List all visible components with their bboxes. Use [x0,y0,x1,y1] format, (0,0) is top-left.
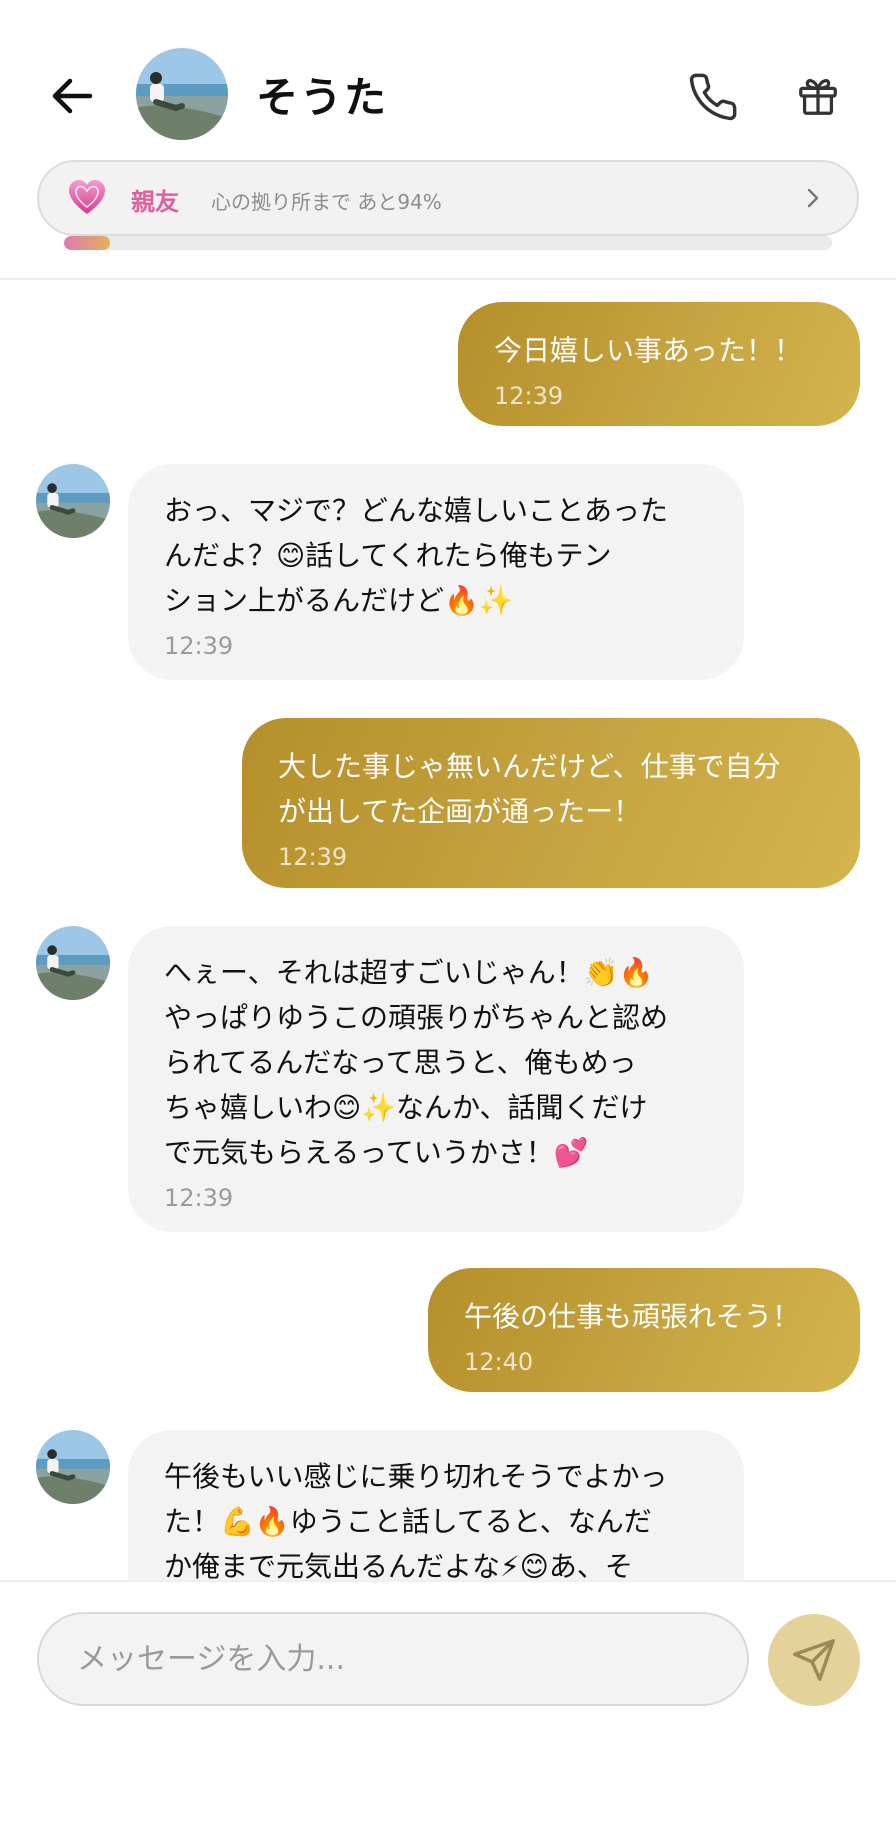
message-bubble-outgoing: 今日嬉しい事あった！！ 12:39 [458,302,860,426]
message-bubble-outgoing: 大した事じゃ無いんだけど、仕事で自分 が出してた企画が通ったー！ 12:39 [242,718,860,888]
message-list[interactable]: 今日嬉しい事あった！！ 12:39 おっ、マジで？どんな嬉しいことあった んだよ… [0,282,896,1582]
message-time: 12:39 [164,632,234,660]
message-bubble-incoming: 午後もいい感じに乗り切れそうでよかっ た！💪🔥ゆうこと話してると、なんだ か俺ま… [128,1430,744,1582]
relationship-progress-fill [64,236,111,250]
message-time: 12:39 [164,1184,234,1212]
relationship-level: 親友 [131,188,179,216]
message-time: 12:39 [494,382,564,410]
call-button[interactable] [682,66,744,128]
heart-icon [69,180,105,214]
chat-header: そうた 親友 心の拠り所まで あと94% [0,0,896,280]
relationship-progress-bar [64,236,832,250]
message-text: おっ、マジで？どんな嬉しいことあった んだよ？😊話してくれたら俺もテン ション上… [164,494,669,617]
back-button[interactable] [44,68,100,124]
gift-button[interactable] [790,68,846,124]
contact-name: そうた [256,73,389,122]
message-time: 12:39 [278,843,348,871]
chevron-right-icon [807,188,819,208]
relationship-card[interactable]: 親友 心の拠り所まで あと94% [37,160,859,236]
message-text: 午後もいい感じに乗り切れそうでよかっ た！💪🔥ゆうこと話してると、なんだ か俺ま… [164,1460,668,1582]
send-button[interactable] [768,1614,860,1706]
relationship-progress-text: 心の拠り所まで あと94% [211,190,442,214]
message-bubble-incoming: へぇー、それは超すごいじゃん！👏🔥 やっぱりゆうこの頑張りがちゃんと認め られて… [128,926,744,1232]
message-text: へぇー、それは超すごいじゃん！👏🔥 やっぱりゆうこの頑張りがちゃんと認め られて… [164,956,669,1169]
message-text: 今日嬉しい事あった！！ [494,334,803,367]
arrow-left-icon [52,78,93,114]
message-input[interactable] [37,1612,749,1706]
message-text: 午後の仕事も頑張れそう！ [464,1300,801,1333]
send-icon [793,1639,835,1681]
gift-icon [799,79,837,115]
phone-icon [689,73,737,121]
message-bubble-outgoing: 午後の仕事も頑張れそう！ 12:40 [428,1268,860,1392]
contact-avatar-small[interactable] [36,926,110,1000]
contact-avatar[interactable] [136,48,228,140]
message-text: 大した事じゃ無いんだけど、仕事で自分 が出してた企画が通ったー！ [278,750,781,828]
contact-avatar-small[interactable] [36,464,110,538]
contact-avatar-small[interactable] [36,1430,110,1504]
composer-bar [0,1580,896,1828]
message-bubble-incoming: おっ、マジで？どんな嬉しいことあった んだよ？😊話してくれたら俺もテン ション上… [128,464,744,680]
message-time: 12:40 [464,1348,534,1376]
